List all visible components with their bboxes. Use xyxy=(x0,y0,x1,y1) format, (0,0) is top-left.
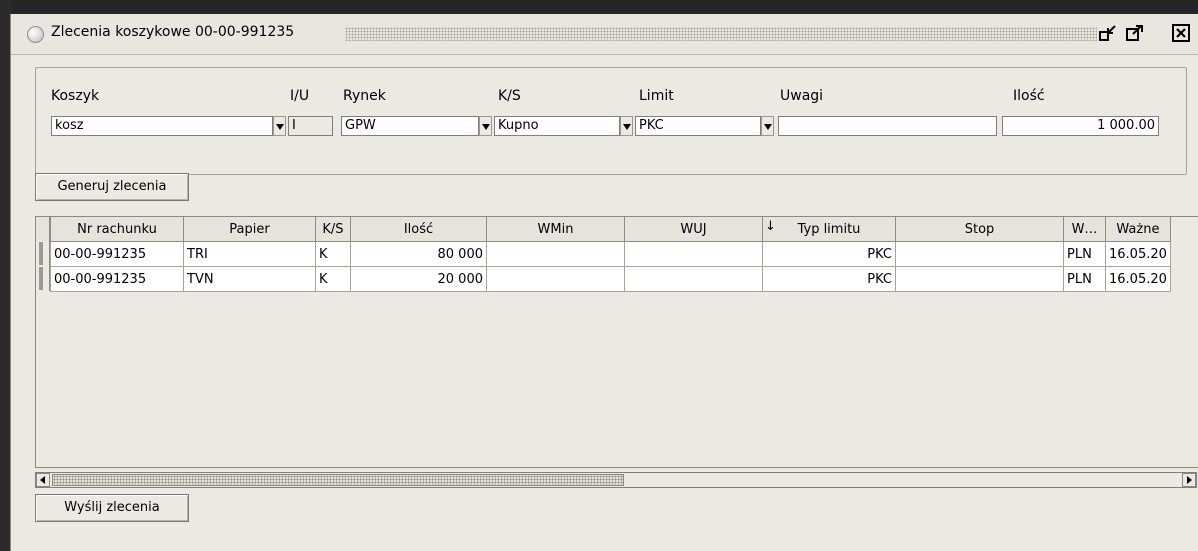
column-header-ks[interactable]: K/S xyxy=(315,217,351,242)
limit-label: Limit xyxy=(639,88,674,104)
koszyk-combo[interactable]: kosz xyxy=(51,116,273,136)
ks-dropdown-icon[interactable] xyxy=(620,116,633,136)
column-header-waluta[interactable]: W… xyxy=(1063,217,1106,242)
cell-valid-until[interactable]: 16.05.20 xyxy=(1105,241,1171,267)
cell-currency[interactable]: PLN xyxy=(1063,241,1106,267)
rynek-combo[interactable]: GPW xyxy=(341,116,479,136)
cell-quantity[interactable]: 80 000 xyxy=(350,241,487,267)
cell-account[interactable]: 00-00-991235 xyxy=(50,266,184,292)
cell-limit-type[interactable]: PKC xyxy=(762,266,896,292)
cell-ks[interactable]: K xyxy=(315,241,351,267)
cell-valid-until[interactable]: 16.05.20 xyxy=(1105,266,1171,292)
column-header-wuj[interactable]: WUJ xyxy=(624,217,763,242)
basket-orders-window: Zlecenia koszykowe 00-00-991235 Koszyk I… xyxy=(10,14,1198,551)
column-header-wmin[interactable]: WMin xyxy=(486,217,625,242)
row-header[interactable] xyxy=(36,266,50,291)
cell-limit-type[interactable]: PKC xyxy=(762,241,896,267)
cell-wuj[interactable] xyxy=(624,241,763,267)
cell-security[interactable]: TRI xyxy=(183,241,316,267)
cell-account[interactable]: 00-00-991235 xyxy=(50,241,184,267)
column-header-nr-rachunku[interactable]: Nr rachunku xyxy=(50,217,184,242)
cell-stop[interactable] xyxy=(895,241,1064,267)
koszyk-dropdown-icon[interactable] xyxy=(273,116,286,136)
koszyk-label: Koszyk xyxy=(51,88,100,104)
cell-quantity[interactable]: 20 000 xyxy=(350,266,487,292)
cell-wuj[interactable] xyxy=(624,266,763,292)
scroll-right-icon[interactable] xyxy=(1182,473,1196,487)
window-menu-icon[interactable] xyxy=(27,26,44,43)
limit-dropdown-icon[interactable] xyxy=(761,116,774,136)
maximize-icon[interactable] xyxy=(1125,23,1145,43)
column-header-typ-limitu[interactable]: ↓ Typ limitu xyxy=(762,217,896,242)
table-row[interactable]: 00-00-991235 TRI K 80 000 PKC PLN 16.05.… xyxy=(50,241,1171,267)
column-header-typ-limitu-label: Typ limitu xyxy=(797,221,861,237)
iu-label: I/U xyxy=(290,88,310,104)
rynek-label: Rynek xyxy=(343,88,386,104)
column-header-ilosc[interactable]: Ilość xyxy=(350,217,487,242)
cell-security[interactable]: TVN xyxy=(183,266,316,292)
minimize-icon[interactable] xyxy=(1098,23,1118,43)
iu-field: I xyxy=(288,116,333,136)
sort-descending-icon: ↓ xyxy=(765,219,776,234)
column-header-wazne[interactable]: Ważne xyxy=(1105,217,1171,242)
table-corner xyxy=(36,217,50,241)
cell-wmin[interactable] xyxy=(486,241,625,267)
table-row[interactable]: 00-00-991235 TVN K 20 000 PKC PLN 16.05.… xyxy=(50,266,1171,292)
orders-table: Nr rachunku Papier K/S Ilość WMin WUJ ↓ … xyxy=(50,217,1171,292)
send-orders-button[interactable]: Wyślij zlecenia xyxy=(35,494,189,522)
window-title: Zlecenia koszykowe 00-00-991235 xyxy=(51,24,295,40)
cell-wmin[interactable] xyxy=(486,266,625,292)
ilosc-input[interactable]: 1 000.00 xyxy=(1002,116,1159,136)
scroll-left-icon[interactable] xyxy=(36,473,50,487)
ks-combo[interactable]: Kupno xyxy=(494,116,620,136)
table-header-row: Nr rachunku Papier K/S Ilość WMin WUJ ↓ … xyxy=(50,217,1171,242)
title-bar[interactable]: Zlecenia koszykowe 00-00-991235 xyxy=(11,14,1198,55)
ilosc-label: Ilość xyxy=(1013,88,1045,104)
column-header-papier[interactable]: Papier xyxy=(183,217,316,242)
column-header-stop[interactable]: Stop xyxy=(895,217,1064,242)
cell-ks[interactable]: K xyxy=(315,266,351,292)
ks-label: K/S xyxy=(498,88,521,104)
generate-orders-button[interactable]: Generuj zlecenia xyxy=(35,173,189,201)
uwagi-input[interactable] xyxy=(778,116,997,136)
row-header[interactable] xyxy=(36,241,50,266)
title-bar-grip xyxy=(345,27,1097,41)
uwagi-label: Uwagi xyxy=(780,88,824,104)
cell-stop[interactable] xyxy=(895,266,1064,292)
cell-currency[interactable]: PLN xyxy=(1063,266,1106,292)
limit-combo[interactable]: PKC xyxy=(635,116,761,136)
horizontal-scrollbar[interactable] xyxy=(35,472,1197,488)
order-parameters-panel: Koszyk I/U Rynek K/S Limit Uwagi Ilość k… xyxy=(35,67,1187,175)
desktop-frame-top xyxy=(0,0,1198,14)
orders-table-viewport: Nr rachunku Papier K/S Ilość WMin WUJ ↓ … xyxy=(35,216,1198,468)
scrollbar-thumb[interactable] xyxy=(52,474,624,486)
close-icon[interactable] xyxy=(1171,23,1191,43)
rynek-dropdown-icon[interactable] xyxy=(479,116,492,136)
